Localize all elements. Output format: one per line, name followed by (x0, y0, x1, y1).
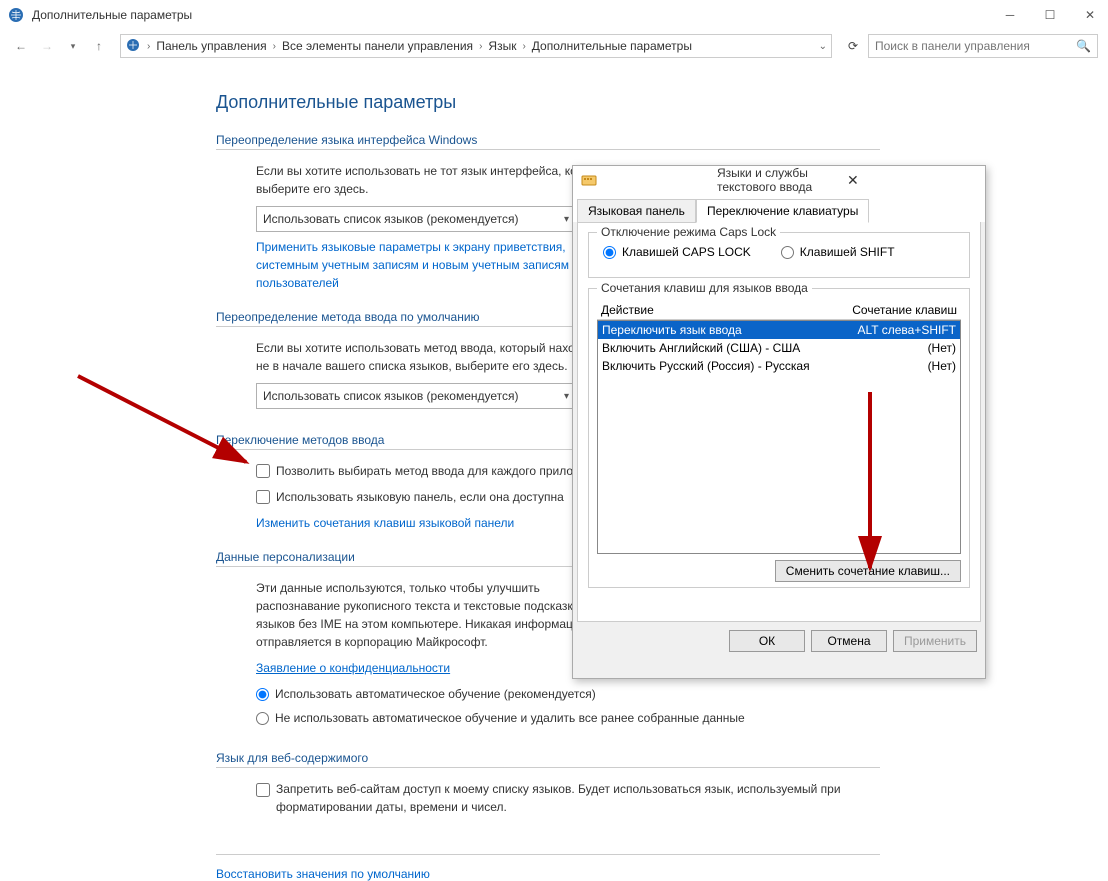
chevron-right-icon: › (479, 41, 482, 52)
hotkeys-group-title: Сочетания клавиш для языков ввода (597, 281, 812, 295)
chevron-right-icon: › (273, 41, 276, 52)
auto-learning-on-radio[interactable] (256, 688, 269, 701)
hotkey-row[interactable]: Включить Русский (Россия) - Русская(Нет) (598, 357, 960, 375)
dialog-buttons: ОК Отмена Применить (573, 622, 985, 660)
tab-keyboard-switch[interactable]: Переключение клавиатуры (696, 199, 869, 223)
ui-lang-dropdown[interactable]: Использовать список языков (рекомендуетс… (256, 206, 576, 232)
hotkeys-list-header: Действие Сочетание клавиш (597, 301, 961, 320)
dialog-titlebar: Языки и службы текстового ввода ✕ (573, 166, 985, 194)
minimize-button[interactable]: ─ (1000, 8, 1020, 22)
address-icon (125, 37, 141, 56)
search-box[interactable]: 🔍 (868, 34, 1098, 58)
use-lang-bar-checkbox[interactable] (256, 490, 270, 504)
close-button[interactable]: ✕ (1080, 8, 1100, 22)
chevron-down-icon: ▾ (564, 212, 569, 227)
section-web-lang-title: Язык для веб-содержимого (216, 751, 880, 768)
chevron-right-icon: › (147, 41, 150, 52)
search-input[interactable] (875, 39, 1076, 53)
hotkeys-listbox[interactable]: Переключить язык вводаALT слева+SHIFT Вк… (597, 320, 961, 554)
cancel-button[interactable]: Отмена (811, 630, 887, 652)
use-lang-bar-label: Использовать языковую панель, если она д… (276, 488, 564, 506)
keyboard-icon (581, 172, 711, 188)
refresh-button[interactable]: ⟳ (842, 39, 864, 53)
dialog-tab-body: Отключение режима Caps Lock Клавишей CAP… (577, 222, 981, 622)
dialog-close-button[interactable]: ✕ (847, 172, 977, 189)
restore-defaults-link[interactable]: Восстановить значения по умолчанию (216, 867, 880, 881)
search-icon: 🔍 (1076, 39, 1091, 53)
capslock-by-capslock-radio[interactable] (603, 246, 616, 259)
hotkeys-group: Сочетания клавиш для языков ввода Действ… (588, 288, 970, 588)
breadcrumb[interactable]: Панель управления (156, 39, 266, 53)
capslock-by-shift-radio[interactable] (781, 246, 794, 259)
personalization-text: Эти данные используются, только чтобы ул… (256, 579, 616, 651)
dialog-tabs: Языковая панель Переключение клавиатуры (573, 194, 985, 222)
divider (216, 854, 880, 855)
window-title: Дополнительные параметры (32, 8, 1000, 22)
apply-button[interactable]: Применить (893, 630, 977, 652)
block-web-lang-checkbox[interactable] (256, 783, 270, 797)
block-web-lang-label: Запретить веб-сайтам доступ к моему спис… (276, 780, 856, 816)
auto-learning-on-label: Использовать автоматическое обучение (ре… (275, 685, 596, 703)
apply-lang-settings-link[interactable]: Применить языковые параметры к экрану пр… (256, 238, 616, 292)
back-button[interactable]: ← (10, 35, 32, 57)
up-button[interactable]: ↑ (88, 35, 110, 57)
capslock-group-title: Отключение режима Caps Lock (597, 225, 780, 239)
maximize-button[interactable]: ☐ (1040, 8, 1060, 22)
text-services-dialog: Языки и службы текстового ввода ✕ Языков… (572, 165, 986, 679)
override-input-text: Если вы хотите использовать метод ввода,… (256, 339, 616, 375)
navbar: ← → ▾ ↑ › Панель управления › Все элемен… (0, 30, 1108, 62)
change-hotkey-button[interactable]: Сменить сочетание клавиш... (775, 560, 961, 582)
auto-learning-off-label: Не использовать автоматическое обучение … (275, 709, 745, 727)
hotkey-row[interactable]: Переключить язык вводаALT слева+SHIFT (598, 321, 960, 339)
page-title: Дополнительные параметры (216, 92, 880, 113)
address-dropdown[interactable]: ⌄ (819, 41, 827, 52)
per-app-input-checkbox[interactable] (256, 464, 270, 478)
breadcrumb[interactable]: Язык (488, 39, 516, 53)
tab-language-bar[interactable]: Языковая панель (577, 199, 696, 223)
forward-button[interactable]: → (36, 35, 58, 57)
hotkey-row[interactable]: Включить Английский (США) - США(Нет) (598, 339, 960, 357)
address-bar[interactable]: › Панель управления › Все элементы панел… (120, 34, 832, 58)
chevron-right-icon: › (522, 41, 525, 52)
app-icon (8, 7, 24, 23)
recent-dropdown[interactable]: ▾ (62, 35, 84, 57)
chevron-down-icon: ▾ (564, 389, 569, 404)
breadcrumb[interactable]: Дополнительные параметры (532, 39, 692, 53)
ok-button[interactable]: ОК (729, 630, 805, 652)
dialog-title: Языки и службы текстового ввода (717, 166, 847, 194)
section-override-ui-lang-title: Переопределение языка интерфейса Windows (216, 133, 880, 150)
capslock-group: Отключение режима Caps Lock Клавишей CAP… (588, 232, 970, 278)
window-titlebar: Дополнительные параметры ─ ☐ ✕ (0, 0, 1108, 30)
per-app-input-label: Позволить выбирать метод ввода для каждо… (276, 462, 607, 480)
input-method-dropdown[interactable]: Использовать список языков (рекомендуетс… (256, 383, 576, 409)
auto-learning-off-radio[interactable] (256, 712, 269, 725)
breadcrumb[interactable]: Все элементы панели управления (282, 39, 473, 53)
